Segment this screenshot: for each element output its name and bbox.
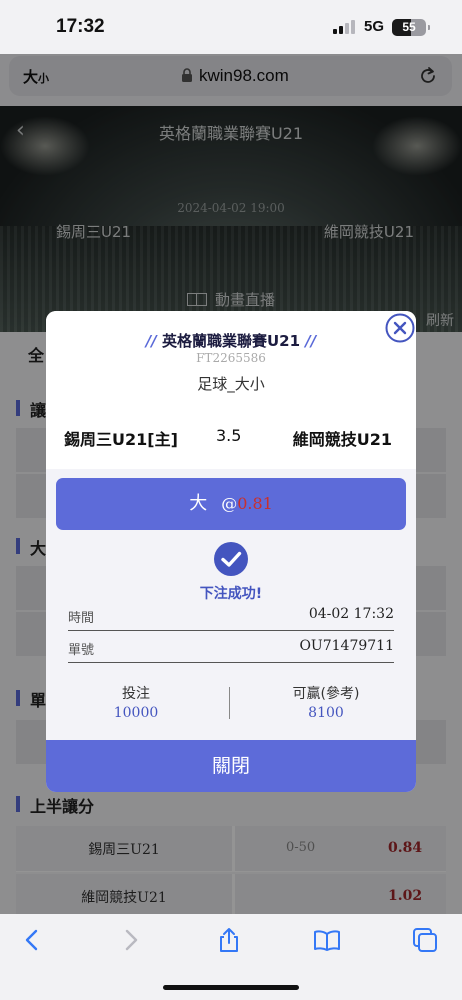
- modal-home-team: 錫周三U21[主]: [64, 430, 178, 449]
- back-arrow-icon[interactable]: [18, 926, 46, 954]
- time-value: 04-02 17:32: [308, 606, 394, 622]
- forward-arrow-icon[interactable]: [117, 926, 145, 954]
- market-name: 足球_大小: [197, 375, 265, 393]
- battery-icon: 55: [392, 19, 430, 36]
- modal-handicap-line: 3.5: [216, 426, 242, 445]
- time-label: 時間: [68, 611, 95, 626]
- modal-league-title: // 英格蘭職業聯賽U21 //: [46, 330, 416, 351]
- battery-percent: 55: [402, 20, 416, 34]
- pick-name: 大: [189, 493, 208, 514]
- tabs-icon[interactable]: [411, 926, 439, 954]
- stake-stat: 投注 10000: [46, 683, 226, 721]
- status-bar: 17:32 5G 55: [0, 0, 462, 54]
- stake-label: 投注: [122, 686, 150, 702]
- check-circle-icon: [214, 542, 248, 576]
- stake-value: 10000: [113, 705, 159, 721]
- success-message: 下注成功!: [199, 586, 263, 602]
- network-type: 5G: [364, 18, 385, 35]
- modal-header: // 英格蘭職業聯賽U21 // FT2265586 足球_大小 錫周三U21[…: [46, 311, 416, 469]
- pick-odds: 0.81: [237, 494, 273, 513]
- home-indicator: [163, 985, 299, 990]
- modal-league-name: 英格蘭職業聯賽U21: [161, 332, 301, 350]
- potential-win-value: 8100: [308, 705, 344, 721]
- potential-win-stat: 可贏(參考) 8100: [236, 683, 416, 721]
- close-button[interactable]: 關閉: [46, 740, 416, 792]
- title-decoration-right: //: [305, 332, 317, 350]
- selected-pick: 大 @0.81: [56, 478, 406, 530]
- status-time: 17:32: [56, 16, 105, 37]
- order-value: OU71479711: [299, 638, 394, 654]
- close-icon[interactable]: [385, 313, 415, 343]
- info-row-order: 單號 OU71479711: [68, 633, 394, 663]
- potential-win-label: 可贏(參考): [292, 686, 360, 702]
- pick-at-sign: @: [221, 494, 238, 513]
- ticket-code: FT2265586: [196, 351, 266, 365]
- modal-away-team: 維岡競技U21: [292, 430, 392, 449]
- share-icon[interactable]: [215, 926, 243, 954]
- info-row-time: 時間 04-02 17:32: [68, 601, 394, 631]
- cellular-signal-icon: [333, 20, 355, 34]
- order-label: 單號: [68, 643, 95, 658]
- title-decoration-left: //: [145, 332, 157, 350]
- bet-confirmation-modal: // 英格蘭職業聯賽U21 // FT2265586 足球_大小 錫周三U21[…: [46, 311, 416, 792]
- bookmarks-icon[interactable]: [313, 926, 341, 954]
- modal-body: 大 @0.81 下注成功! 時間 04-02 17:32 單號 OU7147971…: [46, 469, 416, 740]
- stat-divider: [229, 687, 230, 719]
